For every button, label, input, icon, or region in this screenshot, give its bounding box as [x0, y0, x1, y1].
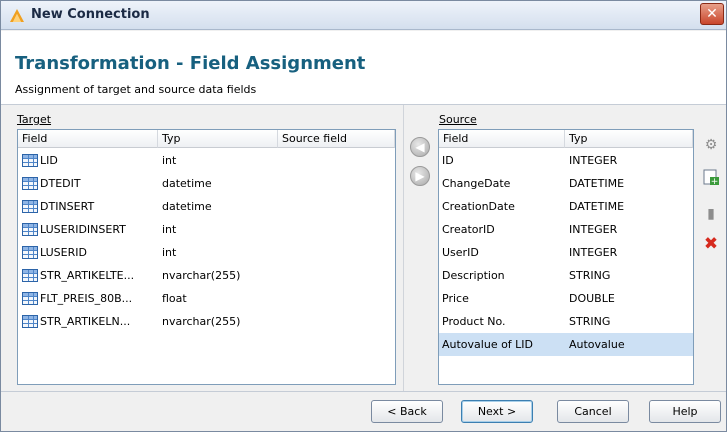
table-row[interactable]: CreationDate DATETIME: [439, 195, 693, 218]
source-field-type: STRING: [569, 269, 611, 282]
target-field-name: LUSERID: [40, 246, 87, 259]
window-title: New Connection: [31, 7, 150, 22]
table-row[interactable]: Description STRING: [439, 264, 693, 287]
source-field-name: UserID: [442, 246, 479, 259]
table-row[interactable]: Price DOUBLE: [439, 287, 693, 310]
target-field-type: int: [162, 154, 177, 167]
target-field-name: STR_ARTIKELTE...: [40, 269, 135, 282]
footer-separator: [1, 391, 726, 392]
table-field-icon: [22, 177, 38, 190]
target-field-name: DTINSERT: [40, 200, 95, 213]
app-logo-icon: [10, 9, 24, 22]
target-field-name: DTEDIT: [40, 177, 81, 190]
delete-icon: ✖: [703, 234, 719, 254]
source-field-name: Description: [442, 269, 505, 282]
assign-right-button[interactable]: ▶: [410, 166, 430, 186]
target-field-name: LID: [40, 154, 58, 167]
table-row[interactable]: STR_ARTIKELN... nvarchar(255): [18, 310, 395, 333]
source-field-type: Autovalue: [569, 338, 625, 351]
source-field-name: ID: [442, 154, 454, 167]
back-button[interactable]: < Back: [371, 400, 443, 423]
table-row[interactable]: Product No. STRING: [439, 310, 693, 333]
add-field-button[interactable]: +: [701, 167, 721, 187]
source-field-type: DATETIME: [569, 200, 625, 213]
table-field-icon: [22, 154, 38, 167]
table-row[interactable]: Autovalue of LID Autovalue: [439, 333, 693, 356]
table-field-icon: [22, 200, 38, 213]
target-col-field[interactable]: Field: [18, 130, 158, 148]
page-button[interactable]: ▮: [701, 204, 721, 224]
target-field-name: STR_ARTIKELN...: [40, 315, 131, 328]
svg-text:+: +: [711, 177, 719, 186]
source-field-type: DATETIME: [569, 177, 625, 190]
target-label: Target: [17, 113, 52, 126]
wizard-header: Transformation - Field Assignment Assign…: [1, 31, 726, 105]
arrow-left-icon: ◀: [415, 140, 425, 154]
cancel-button[interactable]: Cancel: [557, 400, 629, 423]
source-field-type: DOUBLE: [569, 292, 615, 305]
dialog-window: New Connection ✕ Transformation - Field …: [0, 0, 727, 432]
table-row[interactable]: LID int: [18, 149, 395, 172]
source-field-type: INTEGER: [569, 223, 618, 236]
source-field-name: Autovalue of LID: [442, 338, 534, 351]
source-field-name: CreatorID: [442, 223, 495, 236]
source-field-type: INTEGER: [569, 246, 618, 259]
table-field-icon: [22, 246, 38, 259]
source-field-name: Product No.: [442, 315, 506, 328]
source-field-name: Price: [442, 292, 469, 305]
target-field-type: int: [162, 246, 177, 259]
table-row[interactable]: STR_ARTIKELTE... nvarchar(255): [18, 264, 395, 287]
source-label: Source: [439, 113, 477, 126]
settings-button[interactable]: ⚙: [701, 135, 721, 155]
assign-left-button[interactable]: ◀: [410, 137, 430, 157]
source-col-typ[interactable]: Typ: [565, 130, 693, 148]
target-field-type: nvarchar(255): [162, 315, 241, 328]
target-field-type: nvarchar(255): [162, 269, 241, 282]
target-col-typ[interactable]: Typ: [158, 130, 278, 148]
source-field-name: ChangeDate: [442, 177, 511, 190]
gear-icon: ⚙: [704, 137, 718, 153]
panel-divider: [403, 105, 404, 391]
target-field-name: FLT_PREIS_80B...: [40, 292, 133, 305]
page-title: Transformation - Field Assignment: [15, 53, 366, 74]
page-icon: ▮: [707, 206, 715, 222]
table-row[interactable]: DTEDIT datetime: [18, 172, 395, 195]
table-row[interactable]: LUSERID int: [18, 241, 395, 264]
add-document-icon: +: [703, 169, 719, 187]
target-field-type: datetime: [162, 177, 212, 190]
target-field-list[interactable]: Field Typ Source field LID int DTEDIT datet…: [17, 129, 396, 385]
arrow-right-icon: ▶: [415, 169, 425, 183]
close-icon: ✕: [706, 6, 718, 22]
next-button[interactable]: Next >: [461, 400, 533, 423]
close-button[interactable]: ✕: [700, 3, 724, 25]
table-row[interactable]: LUSERIDINSERT int: [18, 218, 395, 241]
table-field-icon: [22, 223, 38, 236]
table-row[interactable]: ChangeDate DATETIME: [439, 172, 693, 195]
source-field-list[interactable]: Field Typ ID INTEGER ChangeDate DATETIME Cre…: [438, 129, 694, 385]
table-row[interactable]: FLT_PREIS_80B... float: [18, 287, 395, 310]
table-row[interactable]: UserID INTEGER: [439, 241, 693, 264]
delete-button[interactable]: ✖: [701, 234, 721, 254]
table-field-icon: [22, 269, 38, 282]
table-row[interactable]: ID INTEGER: [439, 149, 693, 172]
target-field-type: float: [162, 292, 187, 305]
title-bar[interactable]: New Connection ✕: [1, 1, 726, 30]
source-col-field[interactable]: Field: [439, 130, 565, 148]
target-field-type: datetime: [162, 200, 212, 213]
target-col-source-field[interactable]: Source field: [278, 130, 395, 148]
source-field-type: INTEGER: [569, 154, 618, 167]
page-subtitle: Assignment of target and source data fie…: [15, 83, 257, 96]
table-field-icon: [22, 315, 38, 328]
table-row[interactable]: DTINSERT datetime: [18, 195, 395, 218]
table-field-icon: [22, 292, 38, 305]
source-field-type: STRING: [569, 315, 611, 328]
help-button[interactable]: Help: [649, 400, 721, 423]
source-field-name: CreationDate: [442, 200, 515, 213]
table-row[interactable]: CreatorID INTEGER: [439, 218, 693, 241]
target-field-name: LUSERIDINSERT: [40, 223, 126, 236]
target-field-type: int: [162, 223, 177, 236]
